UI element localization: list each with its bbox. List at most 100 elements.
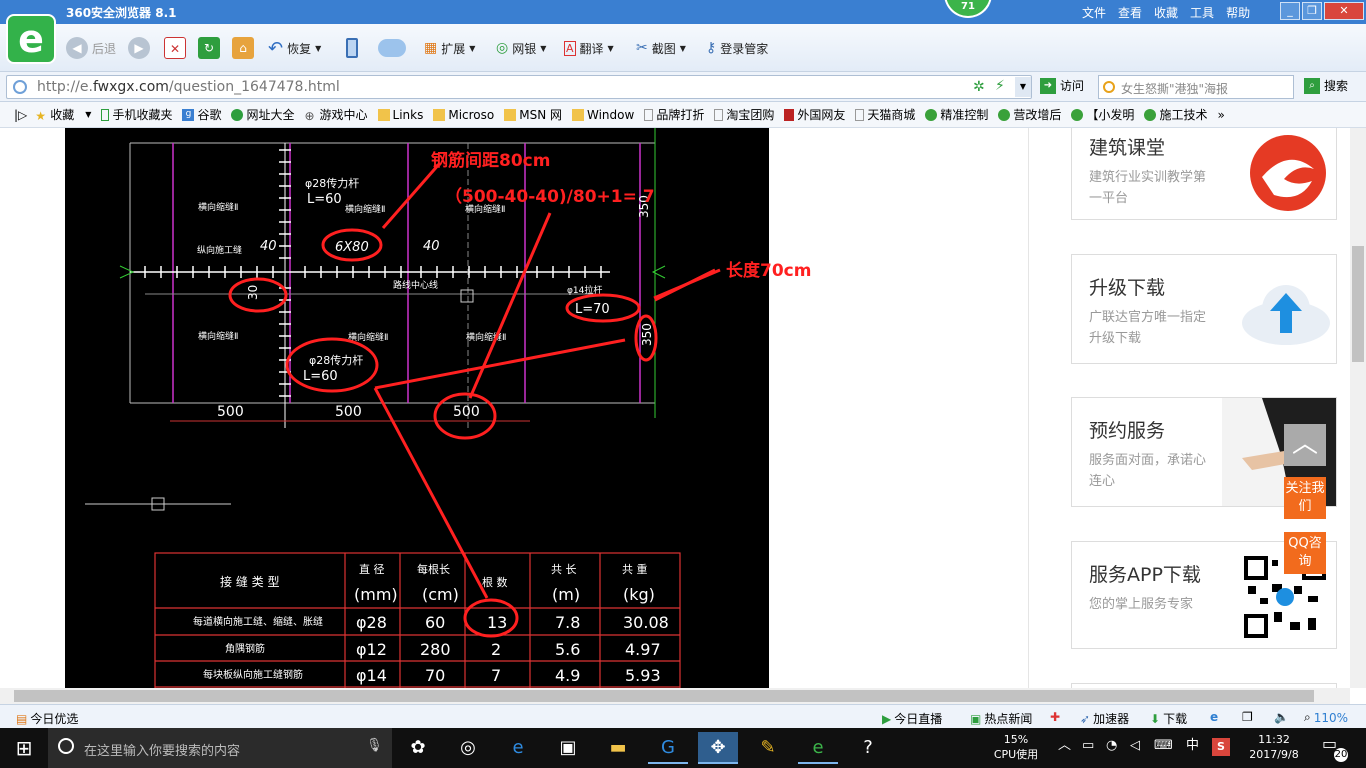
bank-button[interactable]: ◎ 网银 ▼ xyxy=(496,36,546,60)
phone-icon xyxy=(346,38,358,58)
fav-mobile[interactable]: 手机收藏夹 xyxy=(101,106,172,123)
url-input[interactable]: http://e.fwxgx.com/question_1647478.html… xyxy=(6,75,1032,99)
fav-precise[interactable]: 精准控制 xyxy=(925,106,988,123)
ie-mode[interactable]: e xyxy=(1210,710,1218,724)
fav-invent[interactable]: 【小发明 xyxy=(1071,106,1134,123)
network-icon[interactable]: ▭ xyxy=(1082,738,1094,753)
go-arrow-icon: ➜ xyxy=(1040,77,1056,94)
label-phi28-top: φ28传力杆 xyxy=(305,176,359,190)
remote-app-icon[interactable]: ✥ xyxy=(698,732,738,764)
label-long-joint: 纵向施工缝 xyxy=(197,244,242,256)
back-label: 后退 xyxy=(92,41,117,56)
home-button[interactable]: ⌂ xyxy=(232,36,254,60)
edge-icon[interactable]: e xyxy=(498,732,538,764)
card-subtitle: 服务面对面，承诺心连心 xyxy=(1089,453,1207,489)
back-to-top-button[interactable]: ︿ xyxy=(1284,424,1326,466)
browser-active-icon[interactable]: e xyxy=(798,732,838,764)
vertical-scroll-thumb[interactable] xyxy=(1352,246,1364,362)
forward-button[interactable]: ▶ xyxy=(128,36,150,60)
table-header-total-len: 共 长 xyxy=(551,563,577,576)
fav-tmall[interactable]: 天猫商城 xyxy=(855,106,915,123)
phone-button[interactable] xyxy=(346,36,358,60)
today-live[interactable]: ▶ 今日直播 xyxy=(882,710,942,727)
fav-google[interactable]: g 谷歌 xyxy=(182,106,221,123)
dropdown-arrow-icon[interactable]: ▼ xyxy=(1015,77,1031,97)
translate-button[interactable]: A 翻译 ▼ xyxy=(564,36,614,60)
ime-indicator[interactable]: 中 xyxy=(1186,738,1199,753)
table-cell: φ28 xyxy=(356,613,387,632)
vertical-scrollbar[interactable] xyxy=(1350,128,1366,688)
hot-news[interactable]: ▣ 热点新闻 xyxy=(970,710,1032,727)
keyboard-icon[interactable]: ⌨ xyxy=(1154,738,1173,753)
stop-button[interactable]: ✕ xyxy=(164,36,186,60)
fav-windows[interactable]: Window xyxy=(572,108,634,122)
browser-360-icon[interactable]: ◎ xyxy=(448,732,488,764)
volume[interactable]: 🔈 xyxy=(1274,710,1289,724)
fav-msn[interactable]: MSN 网 xyxy=(504,106,562,123)
fav-foreign[interactable]: 外国网友 xyxy=(784,106,845,123)
zoom-level[interactable]: ⌕ 110% xyxy=(1304,710,1348,725)
horizontal-scroll-thumb[interactable] xyxy=(14,690,1314,702)
search-button[interactable]: ⌕ 搜索 xyxy=(1304,77,1348,94)
fav-construction[interactable]: 施工技术 xyxy=(1144,106,1207,123)
window-mode[interactable]: ❐ xyxy=(1242,710,1253,724)
close-button[interactable]: ✕ xyxy=(1324,2,1364,20)
accelerator[interactable]: ➶ 加速器 xyxy=(1080,710,1129,727)
visit-button[interactable]: ➜ 访问 xyxy=(1040,77,1084,94)
fav-microsoft[interactable]: Microso xyxy=(433,108,494,122)
menu-view[interactable]: 查看 xyxy=(1118,4,1142,21)
fav-nav[interactable]: 网址大全 xyxy=(231,106,295,123)
login-manager-button[interactable]: ⚷ 登录管家 xyxy=(706,36,768,60)
menu-tools[interactable]: 工具 xyxy=(1190,4,1214,21)
store-icon[interactable]: ▣ xyxy=(548,732,588,764)
menu-favorites[interactable]: 收藏 xyxy=(1154,4,1178,21)
tray-chevron-icon[interactable]: ︿ xyxy=(1058,738,1071,753)
extend-button[interactable]: ▦ 扩展 ▼ xyxy=(424,36,475,60)
google-icon: g xyxy=(182,108,195,121)
fav-games[interactable]: ⊕ 游戏中心 xyxy=(305,106,368,123)
help-app-icon[interactable]: ? xyxy=(848,732,888,764)
speed-ball-badge[interactable]: 71 xyxy=(944,0,992,18)
status-bar: ▤ 今日优选 ▶ 今日直播 ▣ 热点新闻 ✚ ➶ 加速器 ⬇ 下载 e ❐ 🔈 … xyxy=(0,704,1366,728)
glodon-app-icon[interactable]: G xyxy=(648,732,688,764)
card-building-class[interactable]: 建筑课堂 建筑行业实训教学第一平台 xyxy=(1071,128,1337,220)
screenshot-button[interactable]: ✂ 截图 ▼ xyxy=(636,36,686,60)
fav-links[interactable]: Links xyxy=(377,108,423,122)
search-input[interactable]: 女生怒撕"港独"海报 xyxy=(1098,75,1294,99)
taskbar-search[interactable]: 在这里输入你要搜索的内容 🎙 xyxy=(48,728,392,768)
file-explorer-icon[interactable]: ▬ xyxy=(598,732,638,764)
cpu-usage[interactable]: 15% CPU使用 xyxy=(990,732,1042,762)
back-button[interactable]: ◀ 后退 xyxy=(66,36,116,60)
fav-vat[interactable]: 营改增后 xyxy=(998,106,1061,123)
taskview-icon[interactable]: ✿ xyxy=(398,732,438,764)
menu-help[interactable]: 帮助 xyxy=(1226,4,1250,21)
follow-us-button[interactable]: 关注我们 xyxy=(1284,477,1326,519)
card-upgrade-download[interactable]: 升级下载 广联达官方唯一指定升级下载 xyxy=(1071,254,1337,364)
notes-app-icon[interactable]: ✎ xyxy=(748,732,788,764)
speaker-icon[interactable]: ◁ xyxy=(1130,738,1140,753)
horizontal-scrollbar[interactable] xyxy=(0,688,1350,704)
table-header-total-len-unit: (m) xyxy=(552,585,580,604)
today-picks[interactable]: ▤ 今日优选 xyxy=(16,710,78,727)
lightning-icon[interactable]: ⚡ xyxy=(995,78,1005,94)
more-chevron-icon[interactable]: » xyxy=(1217,108,1224,122)
fav-brand[interactable]: 品牌打折 xyxy=(644,106,704,123)
maximize-button[interactable]: ❐ xyxy=(1302,2,1322,20)
fav-taobao[interactable]: 淘宝团购 xyxy=(714,106,774,123)
wifi-icon[interactable]: ◔ xyxy=(1106,738,1117,753)
minimize-button[interactable]: _ xyxy=(1280,2,1300,20)
chevron-down-icon: ▼ xyxy=(469,43,476,53)
restore-button[interactable]: ↶ 恢复 ▼ xyxy=(268,36,321,60)
fav-collect[interactable]: ★ 收藏 ▼ xyxy=(35,106,91,123)
clock[interactable]: 11:32 2017/9/8 xyxy=(1244,732,1304,762)
cloud-button[interactable] xyxy=(378,36,406,60)
microphone-icon[interactable]: 🎙 xyxy=(366,738,383,753)
sogou-icon[interactable]: S xyxy=(1212,738,1230,756)
sidebar-toggle-icon[interactable]: |▷ xyxy=(14,108,27,122)
refresh-button[interactable]: ↻ xyxy=(198,36,220,60)
downloads[interactable]: ⬇ 下载 xyxy=(1150,710,1187,727)
qq-consult-button[interactable]: QQ咨询 xyxy=(1284,532,1326,574)
menu-file[interactable]: 文件 xyxy=(1082,4,1106,21)
first-aid[interactable]: ✚ xyxy=(1050,710,1060,724)
start-button[interactable]: ⊞ xyxy=(4,732,44,764)
